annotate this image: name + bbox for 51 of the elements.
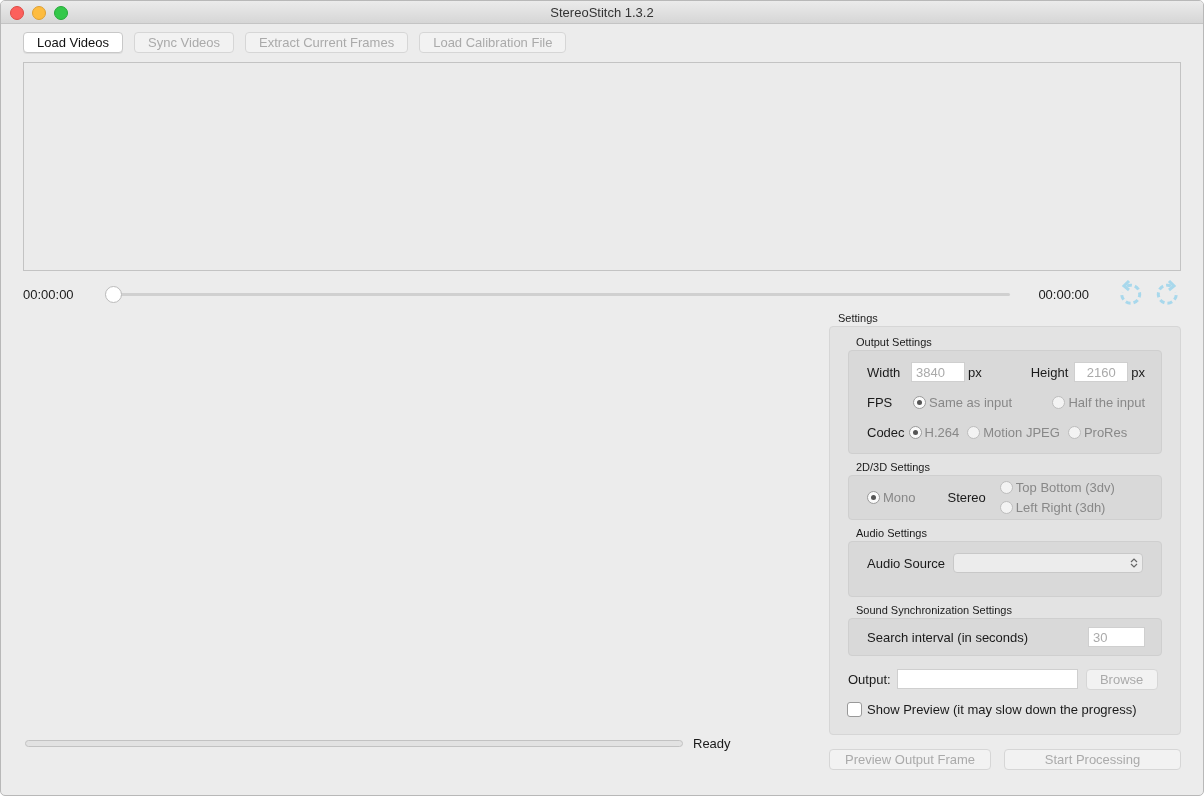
radio-button[interactable] <box>999 501 1013 514</box>
field-label: Stereo <box>947 490 986 505</box>
group-title: Sound Synchronization Settings <box>856 604 1013 616</box>
checkbox[interactable] <box>847 701 862 717</box>
radio-label: Motion JPEG <box>983 424 1060 440</box>
radio-button[interactable] <box>867 491 880 504</box>
input-field[interactable]: 2160 <box>1074 362 1129 382</box>
group-title: Output Settings <box>856 336 933 348</box>
radio-button[interactable] <box>913 395 926 409</box>
field-label: Height <box>1030 364 1069 380</box>
group-title: Audio Settings <box>856 527 928 539</box>
radio-button[interactable] <box>999 481 1013 494</box>
field-label: Output: <box>848 671 891 687</box>
radio-button[interactable] <box>1067 425 1081 439</box>
radio-label: Top Bottom (3dv) <box>1015 480 1115 495</box>
radio-label: Mono <box>883 490 916 505</box>
radio-label: Left Right (3dh) <box>1015 500 1106 515</box>
unit-label: px <box>1131 364 1145 380</box>
stepper-arrows-icon <box>1130 557 1139 569</box>
field-label: FPS <box>867 394 894 410</box>
slider-thumb[interactable] <box>105 285 122 303</box>
input-field[interactable]: 3840 <box>911 362 965 382</box>
input-field[interactable]: 30 <box>1088 627 1145 647</box>
field-label: Width <box>867 364 902 380</box>
radio-label: H.264 <box>924 424 960 440</box>
toolbar-button[interactable]: Load Videos <box>23 32 124 53</box>
timeline-slider[interactable] <box>105 285 1011 303</box>
unit-label: px <box>968 364 982 380</box>
field-label: Search interval (in seconds) <box>867 629 1029 645</box>
radio-label: ProRes <box>1083 424 1128 440</box>
audio-source-dropdown[interactable] <box>953 553 1144 573</box>
group-title: 2D/3D Settings <box>856 461 931 473</box>
output-field[interactable] <box>896 669 1078 689</box>
start-time: 00:00:00 <box>23 286 75 302</box>
status-text: Ready <box>693 736 731 751</box>
radio-button[interactable] <box>967 425 981 439</box>
radio-label: Same as input <box>929 394 1013 410</box>
close-button[interactable] <box>10 6 24 20</box>
field-label: Audio Source <box>867 555 946 571</box>
zoom-button[interactable] <box>54 6 68 20</box>
field-label: Codec <box>867 424 905 440</box>
rotate-right-icon[interactable] <box>1155 280 1181 308</box>
rotate-left-icon[interactable] <box>1117 280 1143 308</box>
end-time: 00:00:00 <box>1038 286 1089 302</box>
section-title: Settings <box>838 312 879 324</box>
radio-button[interactable] <box>908 425 922 439</box>
minimize-button[interactable] <box>32 6 46 20</box>
window-title: StereoStitch 1.3.2 <box>550 4 654 20</box>
radio-label: Half the input <box>1068 394 1145 410</box>
radio-button[interactable] <box>1052 395 1066 409</box>
checkbox-label: Show Preview (it may slow down the progress) <box>867 701 1137 717</box>
